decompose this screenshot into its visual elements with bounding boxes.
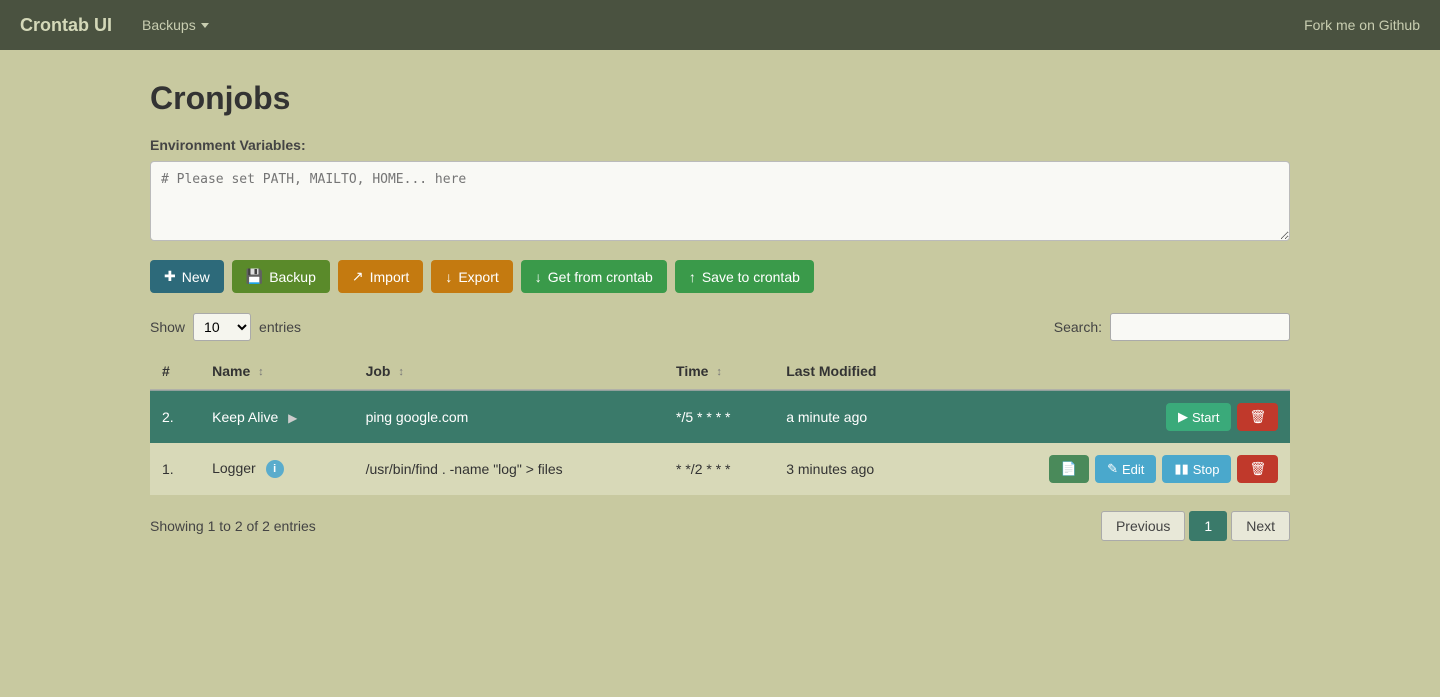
delete-button[interactable]: 🗑 xyxy=(1237,403,1278,431)
import-label: Import xyxy=(370,269,410,285)
stop-icon: ▮▮ xyxy=(1174,461,1188,477)
entries-label: entries xyxy=(259,319,301,335)
start-button[interactable]: ▶ Start xyxy=(1166,403,1231,431)
pagination: Previous 1 Next xyxy=(1101,511,1290,541)
col-last-modified-label: Last Modified xyxy=(786,363,876,379)
col-job[interactable]: Job ↕ xyxy=(354,353,664,390)
pagination-area: Showing 1 to 2 of 2 entries Previous 1 N… xyxy=(150,511,1290,541)
new-label: New xyxy=(182,269,210,285)
next-button[interactable]: Next xyxy=(1231,511,1290,541)
export-label: Export xyxy=(458,269,498,285)
delete-button[interactable]: 🗑 xyxy=(1237,455,1278,483)
job-sort-icon: ↕ xyxy=(398,366,404,378)
get-icon: ↓ xyxy=(535,269,542,285)
export-button[interactable]: ↓ Export xyxy=(431,260,512,293)
export-icon: ↓ xyxy=(445,269,452,285)
col-actions xyxy=(935,353,1290,390)
row-job: /usr/bin/find . -name "log" > files xyxy=(354,443,664,495)
search-label: Search: xyxy=(1054,319,1102,335)
table-controls: Show 10 25 50 100 entries Search: xyxy=(150,313,1290,341)
get-from-crontab-button[interactable]: ↓ Get from crontab xyxy=(521,260,667,293)
stop-button[interactable]: ▮▮ Stop xyxy=(1162,455,1231,483)
env-label: Environment Variables: xyxy=(150,137,1290,153)
action-buttons: 📄 ✎ Edit ▮▮ Stop 🗑 xyxy=(947,455,1278,483)
info-icon[interactable]: i xyxy=(266,460,284,478)
row-time: */5 * * * * xyxy=(664,390,774,443)
row-name: Logger i xyxy=(200,443,353,495)
backups-caret-icon xyxy=(201,23,209,28)
row-actions: ▶ Start 🗑 xyxy=(935,390,1290,443)
col-time[interactable]: Time ↕ xyxy=(664,353,774,390)
fork-link[interactable]: Fork me on Github xyxy=(1304,17,1420,33)
table-row: 2. Keep Alive ▶ ping google.com */5 * * … xyxy=(150,390,1290,443)
get-label: Get from crontab xyxy=(548,269,653,285)
table-row: 1. Logger i /usr/bin/find . -name "log" … xyxy=(150,443,1290,495)
backup-button[interactable]: 💾 Backup xyxy=(232,260,330,293)
col-name-label: Name xyxy=(212,363,250,379)
row-job: ping google.com xyxy=(354,390,664,443)
col-job-label: Job xyxy=(366,363,391,379)
main-content: Cronjobs Environment Variables: ✚ New 💾 … xyxy=(0,50,1440,571)
entries-select[interactable]: 10 25 50 100 xyxy=(193,313,251,341)
col-time-label: Time xyxy=(676,363,708,379)
cursor-icon: ▶ xyxy=(288,411,297,425)
backup-label: Backup xyxy=(269,269,316,285)
navbar-left: Crontab UI Backups xyxy=(20,12,219,38)
show-label: Show xyxy=(150,319,185,335)
edit-button[interactable]: ✎ Edit xyxy=(1095,455,1156,483)
trash-icon: 🗑 xyxy=(1249,409,1266,425)
col-number[interactable]: # xyxy=(150,353,200,390)
search-input[interactable] xyxy=(1110,313,1290,341)
new-button[interactable]: ✚ New xyxy=(150,260,224,293)
brand-link[interactable]: Crontab UI xyxy=(20,15,112,36)
col-name[interactable]: Name ↕ xyxy=(200,353,353,390)
save-icon: ↑ xyxy=(689,269,696,285)
page-title: Cronjobs xyxy=(150,80,1290,117)
row-number: 1. xyxy=(150,443,200,495)
import-button[interactable]: ↗ Import xyxy=(338,260,423,293)
backups-button[interactable]: Backups xyxy=(132,12,219,38)
header-row: # Name ↕ Job ↕ Time ↕ Last Modified xyxy=(150,353,1290,390)
navbar: Crontab UI Backups Fork me on Github xyxy=(0,0,1440,50)
showing-info: Showing 1 to 2 of 2 entries xyxy=(150,518,316,534)
previous-button[interactable]: Previous xyxy=(1101,511,1185,541)
trash-icon: 🗑 xyxy=(1249,461,1266,477)
table-header: # Name ↕ Job ↕ Time ↕ Last Modified xyxy=(150,353,1290,390)
play-icon: ▶ xyxy=(1178,409,1188,425)
backups-label: Backups xyxy=(142,17,196,33)
log-icon: 📄 xyxy=(1061,461,1077,477)
backup-icon: 💾 xyxy=(246,268,263,285)
row-actions: 📄 ✎ Edit ▮▮ Stop 🗑 xyxy=(935,443,1290,495)
row-number: 2. xyxy=(150,390,200,443)
action-buttons: ▶ Start 🗑 xyxy=(947,403,1278,431)
show-entries: Show 10 25 50 100 entries xyxy=(150,313,301,341)
import-icon: ↗ xyxy=(352,268,364,285)
row-last-modified: a minute ago xyxy=(774,390,934,443)
save-label: Save to crontab xyxy=(702,269,800,285)
name-sort-icon: ↕ xyxy=(258,366,264,378)
edit-icon: ✎ xyxy=(1107,461,1118,477)
row-name: Keep Alive ▶ xyxy=(200,390,353,443)
row-last-modified: 3 minutes ago xyxy=(774,443,934,495)
page-1-button[interactable]: 1 xyxy=(1189,511,1227,541)
toolbar: ✚ New 💾 Backup ↗ Import ↓ Export ↓ Get f… xyxy=(150,260,1290,293)
log-button[interactable]: 📄 xyxy=(1049,455,1089,483)
env-textarea[interactable] xyxy=(150,161,1290,241)
save-to-crontab-button[interactable]: ↑ Save to crontab xyxy=(675,260,814,293)
col-number-label: # xyxy=(162,363,170,379)
plus-icon: ✚ xyxy=(164,268,176,285)
backups-menu: Backups xyxy=(132,12,219,38)
col-last-modified[interactable]: Last Modified xyxy=(774,353,934,390)
search-box: Search: xyxy=(1054,313,1290,341)
row-time: * */2 * * * xyxy=(664,443,774,495)
data-table: # Name ↕ Job ↕ Time ↕ Last Modified xyxy=(150,353,1290,495)
table-body: 2. Keep Alive ▶ ping google.com */5 * * … xyxy=(150,390,1290,495)
time-sort-icon: ↕ xyxy=(716,366,722,378)
